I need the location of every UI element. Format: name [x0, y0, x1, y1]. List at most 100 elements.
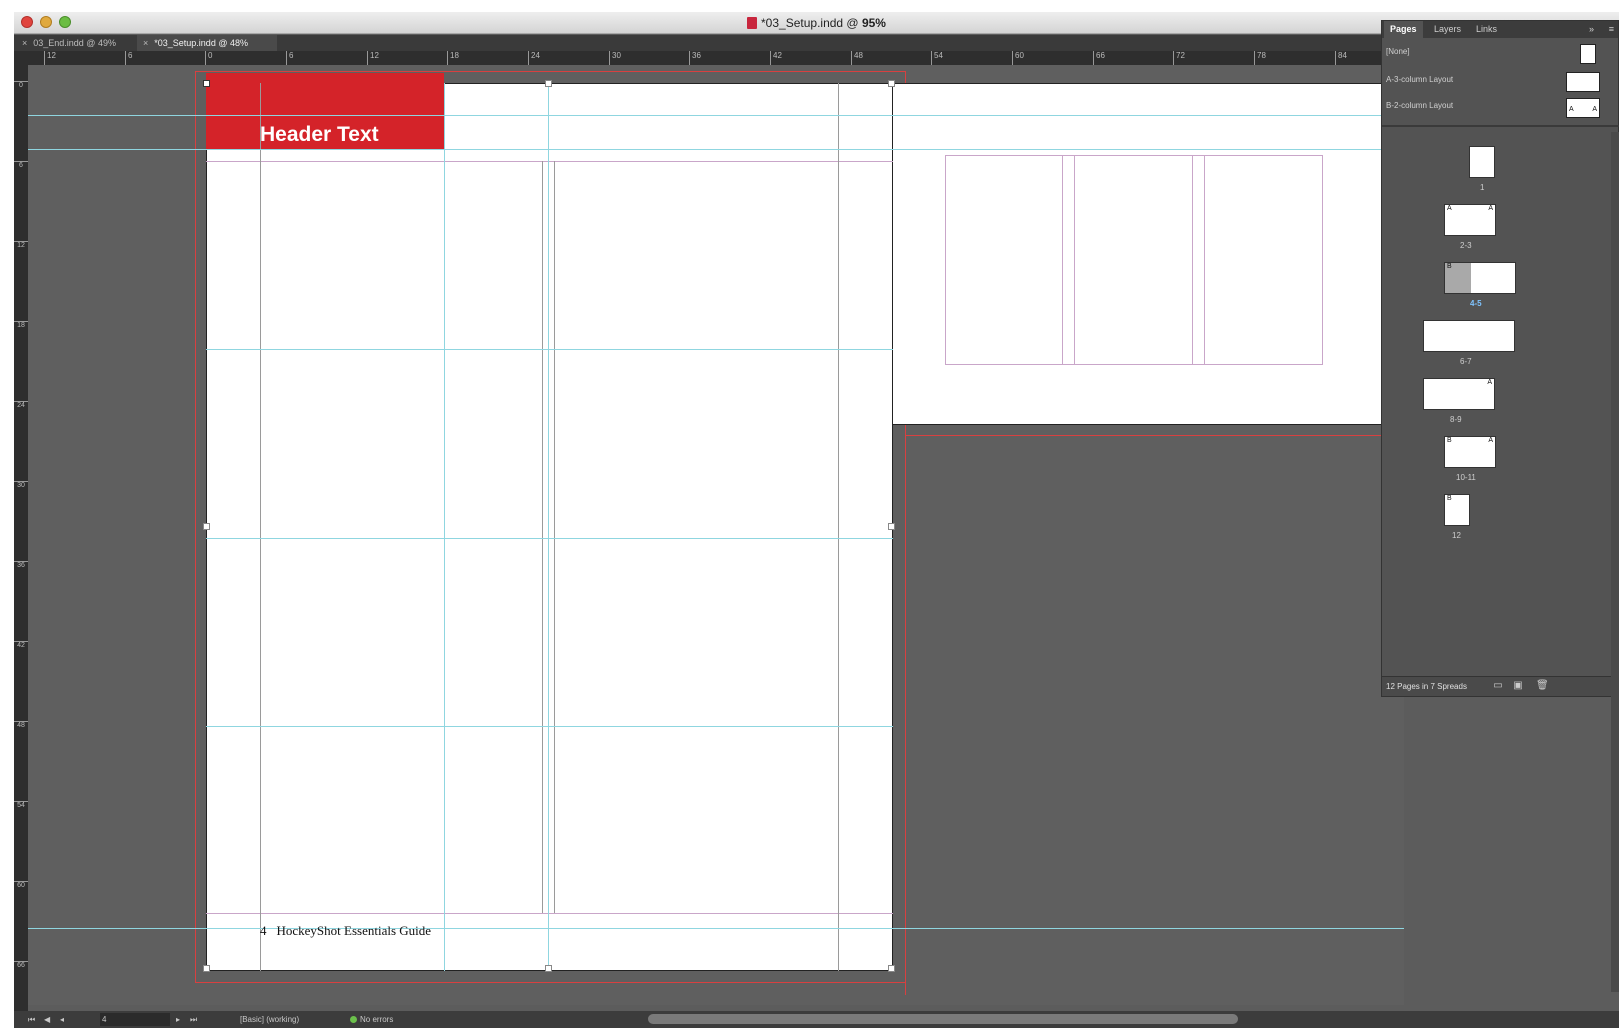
horizontal-ruler[interactable]: 12 6 0 6 12 18 24 30 36 42 48 54 60 66 7… — [14, 51, 1404, 65]
last-page-icon[interactable]: ⏭ — [190, 1011, 197, 1028]
spread-label: 12 — [1452, 531, 1461, 540]
master-badge: A — [1487, 379, 1492, 386]
tab-pages[interactable]: Pages — [1384, 21, 1423, 38]
ruler-guide[interactable] — [444, 83, 445, 971]
margin-guide-right — [838, 83, 839, 971]
page-number-field[interactable]: 4 — [100, 1013, 170, 1026]
panel-menu-icon[interactable]: ≡ — [1609, 21, 1614, 38]
spread-label: 8-9 — [1450, 415, 1462, 424]
selection-handle[interactable] — [203, 523, 210, 530]
header-text[interactable]: Header Text — [260, 123, 379, 147]
spread-label: 4-5 — [1470, 299, 1482, 308]
ruler-tick-label: 54 — [931, 51, 943, 65]
ruler-tick-label: 12 — [367, 51, 379, 65]
spread-thumb-4-5[interactable]: B — [1444, 262, 1516, 294]
master-none[interactable]: [None] — [1382, 41, 1619, 67]
first-page-icon[interactable]: ⏮ — [28, 1011, 35, 1028]
spread-thumb-8-9[interactable]: A — [1423, 378, 1495, 410]
master-label: [None] — [1386, 47, 1410, 56]
selection-handle[interactable] — [545, 965, 552, 972]
page-thumb-12[interactable]: B — [1444, 494, 1470, 526]
spread-label: 1 — [1480, 183, 1485, 192]
spread-thumb-2-3[interactable]: A A — [1444, 204, 1496, 236]
close-tab-icon[interactable]: × — [143, 38, 148, 48]
page-thumb-1[interactable] — [1469, 146, 1495, 178]
previous-page-icon[interactable]: ◀ — [44, 1011, 50, 1028]
ruler-tick-label: 60 — [14, 881, 28, 901]
ruler-tick-label: 6 — [14, 161, 28, 181]
preflight-profile[interactable]: [Basic] (working) — [240, 1011, 299, 1028]
ruler-tick-label: 42 — [770, 51, 782, 65]
master-badge: B — [1447, 263, 1452, 270]
ruler-tick-label: 60 — [1012, 51, 1024, 65]
master-badge: B — [1447, 495, 1452, 502]
master-thumbnail — [1580, 44, 1596, 64]
vertical-scrollbar[interactable] — [1611, 132, 1619, 992]
ruler-tick-label: 48 — [851, 51, 863, 65]
horizontal-scrollbar[interactable] — [648, 1014, 1238, 1024]
column-guide — [1074, 156, 1075, 364]
tab-layers[interactable]: Layers — [1428, 21, 1467, 38]
ruler-tick-label: 36 — [14, 561, 28, 581]
indesign-window: *03_Setup.indd @ 95% × 03_End.indd @ 49% … — [14, 12, 1619, 1028]
trash-icon[interactable]: 🗑 — [1536, 680, 1549, 692]
preflight-status-label: No errors — [360, 1015, 394, 1024]
master-badge: A — [1592, 106, 1597, 113]
ruler-tick-label: 6 — [286, 51, 293, 65]
page-footer[interactable]: 4 HockeyShot Essentials Guide — [260, 923, 431, 939]
ruler-tick-label: 30 — [14, 481, 28, 501]
ruler-tick-label: 84 — [1335, 51, 1347, 65]
pasteboard[interactable]: Header Text 4 HockeyShot Essentials Guid… — [28, 65, 1404, 1005]
ruler-guide[interactable] — [206, 349, 893, 350]
tab-03-setup[interactable]: × *03_Setup.indd @ 48% — [137, 35, 277, 51]
panel-divider[interactable] — [1382, 125, 1619, 127]
collapse-panel-icon[interactable]: » — [1589, 21, 1594, 38]
previous-page-icon[interactable]: ◂ — [60, 1011, 64, 1028]
selection-handle[interactable] — [888, 965, 895, 972]
master-label: A-3-column Layout — [1386, 75, 1454, 84]
preflight-status[interactable]: No errors — [350, 1011, 393, 1028]
spread-thumb-6-7[interactable] — [1423, 320, 1515, 352]
margin-guide-top — [206, 161, 893, 162]
page-count-label: 12 Pages in 7 Spreads — [1386, 682, 1467, 691]
master-thumbnail — [1566, 72, 1600, 92]
selection-handle[interactable] — [888, 80, 895, 87]
spread-label: 10-11 — [1456, 473, 1476, 482]
new-page-icon[interactable]: ▣ — [1512, 680, 1524, 692]
selection-handle[interactable] — [203, 965, 210, 972]
right-page-margin-frame — [945, 155, 1323, 365]
ruler-guide[interactable] — [28, 928, 1404, 929]
ruler-guide[interactable] — [548, 83, 549, 971]
status-bar: ⏮ ◀ ◂ 4 ▸ ⏭ [Basic] (working) No errors — [14, 1011, 1619, 1028]
selection-handle[interactable] — [545, 80, 552, 87]
tab-label: 03_End.indd @ 49% — [33, 38, 116, 48]
tab-03-end[interactable]: × 03_End.indd @ 49% — [16, 35, 134, 51]
close-tab-icon[interactable]: × — [22, 38, 27, 48]
ruler-guide[interactable] — [28, 149, 1404, 150]
next-page-icon[interactable]: ▸ — [176, 1011, 180, 1028]
spread-label: 6-7 — [1460, 357, 1472, 366]
page-4[interactable] — [206, 83, 893, 971]
spread-thumb-10-11[interactable]: B A — [1444, 436, 1496, 468]
window-title-name: *03_Setup.indd @ — [761, 16, 862, 30]
column-guide — [1192, 156, 1193, 364]
ruler-guide[interactable] — [206, 538, 893, 539]
ruler-tick-label: 24 — [528, 51, 540, 65]
ruler-tick-label: 66 — [14, 961, 28, 981]
ruler-tick-label: 78 — [1254, 51, 1266, 65]
edit-page-size-icon[interactable]: ▭ — [1492, 680, 1504, 692]
window-title: *03_Setup.indd @ 95% — [14, 16, 1619, 30]
master-badge: A — [1488, 437, 1493, 444]
document-icon — [747, 17, 758, 29]
tab-links[interactable]: Links — [1470, 21, 1503, 38]
ruler-tick-label: 24 — [14, 401, 28, 421]
ruler-tick-label: 0 — [205, 51, 212, 65]
selection-handle[interactable] — [203, 80, 210, 87]
ruler-guide[interactable] — [206, 726, 893, 727]
master-a[interactable]: A-3-column Layout — [1382, 69, 1619, 95]
selection-handle[interactable] — [888, 523, 895, 530]
ruler-guide[interactable] — [28, 115, 1404, 116]
master-b[interactable]: B-2-column Layout A A — [1382, 95, 1619, 121]
vertical-ruler[interactable]: 0 6 12 18 24 30 36 42 48 54 60 66 — [14, 51, 28, 1011]
ruler-tick-label: 30 — [609, 51, 621, 65]
